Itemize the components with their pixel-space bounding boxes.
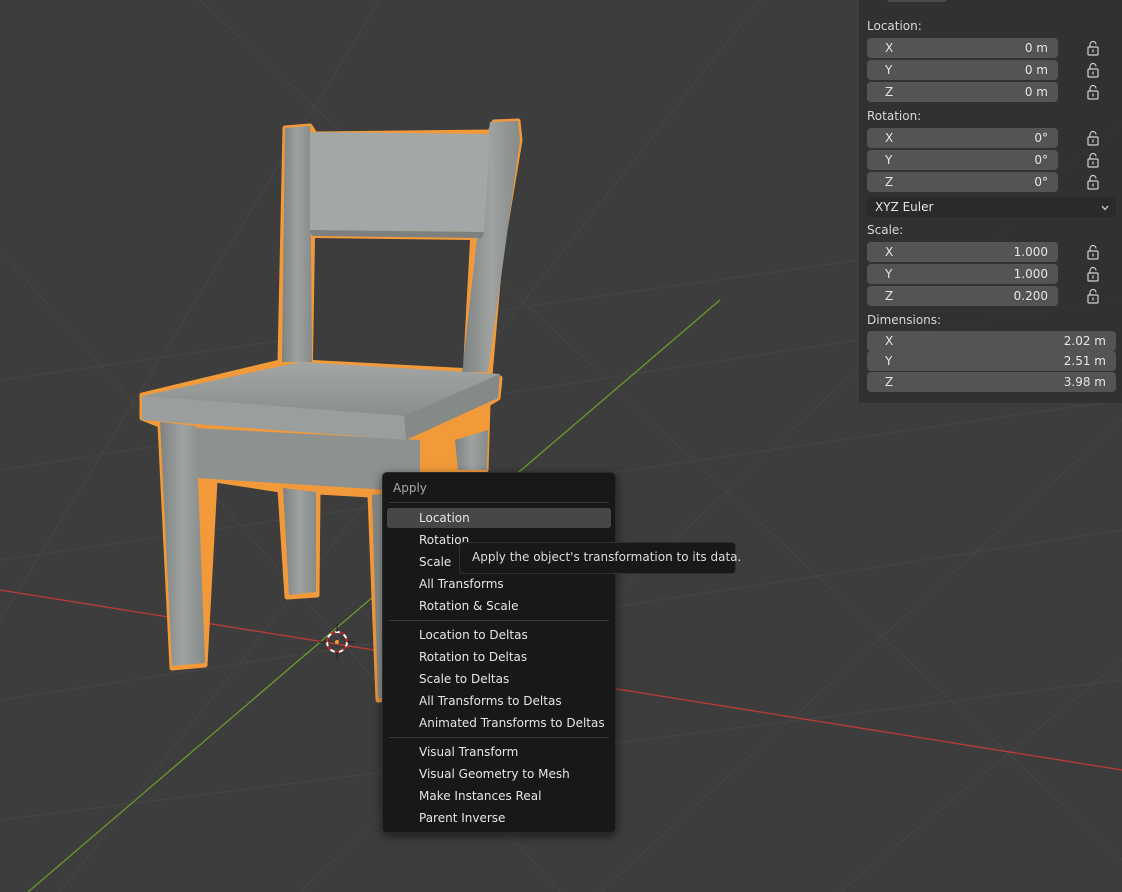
menu-item-location-to-deltas[interactable]: Location to Deltas (387, 625, 611, 645)
axis-label: Y (885, 63, 893, 77)
axis-label: X (885, 131, 894, 145)
scale-label: Scale: (867, 223, 904, 237)
lock-icon[interactable] (1085, 130, 1101, 146)
menu-separator (389, 502, 609, 503)
tooltip-text: Apply the object's transformation to its… (472, 550, 742, 564)
field-value: 3.98 m (1063, 375, 1106, 389)
menu-item-visual-geometry-to-mesh[interactable]: Visual Geometry to Mesh (387, 764, 611, 784)
lock-icon[interactable] (1085, 40, 1101, 56)
field-value: 1.000 (1013, 245, 1048, 259)
rotation-label: Rotation: (867, 109, 922, 123)
menu-item-animated-transforms-to-deltas[interactable]: Animated Transforms to Deltas (387, 713, 611, 733)
rotation-mode-dropdown[interactable]: XYZ Euler (867, 197, 1116, 217)
menu-item-parent-inverse[interactable]: Parent Inverse (387, 808, 611, 828)
dimensions-label: Dimensions: (867, 313, 942, 327)
menu-item-label: Scale to Deltas (419, 672, 510, 686)
location-x-field[interactable]: X 0 m (867, 38, 1058, 58)
menu-item-label: Make Instances Real (419, 789, 542, 803)
lock-icon[interactable] (1085, 174, 1101, 190)
rotation-z-field[interactable]: Z 0° (867, 172, 1058, 192)
axis-label: Y (885, 267, 893, 281)
axis-label: Z (885, 85, 894, 99)
chevron-down-icon (1100, 202, 1110, 216)
axis-label: Y (885, 354, 893, 368)
dimensions-x-field[interactable]: X 2.02 m (867, 331, 1116, 351)
axis-label: X (885, 41, 894, 55)
panel-header-remnant (887, 0, 947, 2)
field-value: 2.51 m (1063, 354, 1106, 368)
dimensions-y-field[interactable]: Y 2.51 m (867, 351, 1116, 371)
rotation-x-field[interactable]: X 0° (867, 128, 1058, 148)
field-value: 0° (1034, 131, 1048, 145)
menu-item-label: Location to Deltas (419, 628, 528, 642)
menu-item-label: All Transforms (419, 577, 504, 591)
menu-item-location[interactable]: Location (387, 508, 611, 528)
axis-label: Z (885, 289, 894, 303)
axis-label: Z (885, 375, 894, 389)
3d-cursor-icon[interactable] (319, 624, 355, 660)
field-value: 0.200 (1013, 289, 1048, 303)
scale-z-field[interactable]: Z 0.200 (867, 286, 1058, 306)
dimensions-z-field[interactable]: Z 3.98 m (867, 372, 1116, 392)
scale-y-field[interactable]: Y 1.000 (867, 264, 1058, 284)
location-label: Location: (867, 19, 922, 33)
menu-separator (389, 737, 609, 738)
field-value: 0 m (1024, 63, 1048, 77)
rotation-y-field[interactable]: Y 0° (867, 150, 1058, 170)
menu-item-label: Animated Transforms to Deltas (419, 716, 605, 730)
lock-icon[interactable] (1085, 266, 1101, 282)
menu-item-label: All Transforms to Deltas (419, 694, 562, 708)
menu-item-rotation-to-deltas[interactable]: Rotation to Deltas (387, 647, 611, 667)
menu-item-all-transforms[interactable]: All Transforms (387, 574, 611, 594)
tooltip: Apply the object's transformation to its… (459, 542, 741, 574)
axis-label: X (885, 334, 894, 348)
menu-item-label: Parent Inverse (419, 811, 506, 825)
field-value: 0 m (1024, 41, 1048, 55)
menu-item-all-transforms-to-deltas[interactable]: All Transforms to Deltas (387, 691, 611, 711)
menu-item-rotation-scale[interactable]: Rotation & Scale (387, 596, 611, 616)
axis-label: Z (885, 175, 894, 189)
menu-item-label: Visual Geometry to Mesh (419, 767, 570, 781)
scale-x-field[interactable]: X 1.000 (867, 242, 1058, 262)
lock-icon[interactable] (1085, 152, 1101, 168)
menu-item-scale-to-deltas[interactable]: Scale to Deltas (387, 669, 611, 689)
menu-item-label: Rotation to Deltas (419, 650, 528, 664)
menu-separator (389, 620, 609, 621)
lock-icon[interactable] (1085, 288, 1101, 304)
field-value: 0 m (1024, 85, 1048, 99)
field-value: 1.000 (1013, 267, 1048, 281)
menu-item-label: Rotation & Scale (419, 599, 519, 613)
lock-icon[interactable] (1085, 84, 1101, 100)
menu-title: Apply (393, 481, 427, 495)
menu-item-label: Scale (419, 555, 452, 569)
lock-icon[interactable] (1085, 62, 1101, 78)
menu-item-make-instances-real[interactable]: Make Instances Real (387, 786, 611, 806)
rotation-mode-value: XYZ Euler (875, 200, 934, 214)
location-y-field[interactable]: Y 0 m (867, 60, 1058, 80)
field-value: 0° (1034, 153, 1048, 167)
field-value: 2.02 m (1063, 334, 1106, 348)
lock-icon[interactable] (1085, 244, 1101, 260)
location-z-field[interactable]: Z 0 m (867, 82, 1058, 102)
apply-menu: Apply Location Rotation Scale All Transf… (382, 472, 616, 833)
menu-item-label: Visual Transform (419, 745, 519, 759)
axis-label: Y (885, 153, 893, 167)
menu-item-visual-transform[interactable]: Visual Transform (387, 742, 611, 762)
field-value: 0° (1034, 175, 1048, 189)
axis-label: X (885, 245, 894, 259)
menu-item-label: Location (419, 511, 470, 525)
